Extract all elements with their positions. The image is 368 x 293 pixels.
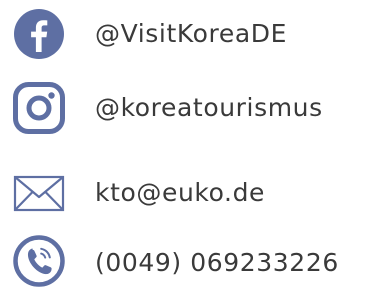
email-address[interactable]: kto@euko.de [95, 178, 265, 208]
mail-icon[interactable] [13, 173, 65, 213]
contact-row-phone[interactable]: (0049) 069233226 [0, 233, 368, 293]
instagram-icon[interactable] [13, 82, 65, 134]
phone-icon[interactable] [13, 235, 65, 287]
contact-row-email[interactable]: kto@euko.de [0, 163, 368, 223]
contact-row-facebook[interactable]: @VisitKoreaDE [0, 4, 368, 64]
contact-row-instagram[interactable]: @koreatourismus [0, 78, 368, 138]
instagram-handle[interactable]: @koreatourismus [95, 93, 323, 123]
facebook-handle[interactable]: @VisitKoreaDE [95, 19, 287, 49]
facebook-icon[interactable] [13, 8, 65, 60]
phone-number[interactable]: (0049) 069233226 [95, 248, 339, 278]
